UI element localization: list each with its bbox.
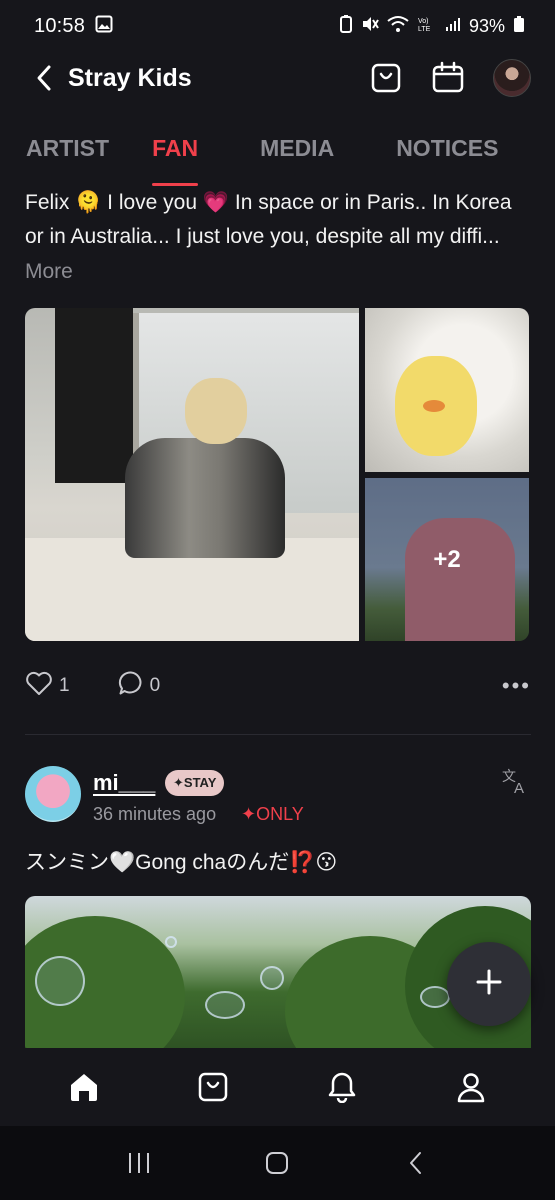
- more-images-count: +2: [433, 545, 461, 573]
- like-count: 1: [59, 675, 70, 696]
- post-divider: [25, 734, 531, 735]
- gallery-icon: [95, 15, 113, 38]
- notifications-icon[interactable]: [318, 1063, 366, 1111]
- more-link[interactable]: More: [25, 260, 73, 284]
- svg-text:Vo): Vo): [418, 18, 429, 25]
- post-image-gallery[interactable]: +2: [25, 308, 529, 641]
- calendar-icon[interactable]: [431, 61, 465, 95]
- system-nav: [0, 1126, 555, 1200]
- post-image-main[interactable]: [25, 308, 359, 641]
- avatar[interactable]: [25, 766, 81, 822]
- post-image-3[interactable]: +2: [365, 478, 529, 641]
- stay-badge: ✦STAY: [165, 770, 225, 796]
- header-actions: [369, 59, 531, 97]
- home-button-icon[interactable]: [257, 1143, 297, 1183]
- more-options-icon[interactable]: •••: [502, 673, 531, 699]
- shop-icon[interactable]: [189, 1063, 237, 1111]
- back-icon[interactable]: [30, 64, 58, 92]
- comment-count: 0: [149, 675, 161, 696]
- post-text-line-2[interactable]: or in Australia... I just love you, desp…: [25, 220, 531, 254]
- post-text[interactable]: スンミン🤍Gong chaのんだ⁉️😗: [25, 846, 337, 876]
- feed[interactable]: Felix 🫠 I love you 💗 In space or in Pari…: [0, 186, 555, 1048]
- photo-bubble: [205, 991, 245, 1019]
- tab-media[interactable]: MEDIA: [260, 124, 334, 172]
- status-time: 10:58: [34, 14, 86, 37]
- like-button[interactable]: 1: [25, 670, 70, 702]
- page-title: Stray Kids: [68, 63, 192, 92]
- app-header: Stray Kids: [0, 52, 555, 104]
- post-header: mi___ ✦STAY 36 minutes ago ✦ONLY 文A: [25, 766, 531, 826]
- translate-icon[interactable]: 文A: [501, 766, 531, 797]
- tab-bar: ARTIST FAN MEDIA NOTICES: [0, 124, 555, 186]
- tab-notices[interactable]: NOTICES: [396, 124, 498, 172]
- shop-icon[interactable]: [369, 61, 403, 95]
- home-icon[interactable]: [60, 1063, 108, 1111]
- photo-bubble: [420, 986, 450, 1008]
- battery-percent: 93%: [468, 15, 505, 36]
- status-bar: 10:58 Vo) LTE 93%: [0, 0, 555, 52]
- plus-icon: [475, 968, 503, 1001]
- mute-icon: [361, 15, 379, 38]
- photo-person-body: [125, 438, 285, 558]
- profile-avatar[interactable]: [493, 59, 531, 97]
- author-name[interactable]: mi___: [93, 770, 155, 796]
- post-actions: 1 0 •••: [25, 670, 531, 702]
- status-right: Vo) LTE 93%: [339, 14, 525, 38]
- recents-icon[interactable]: [119, 1143, 159, 1183]
- add-post-button[interactable]: [447, 942, 531, 1026]
- wifi-icon: [387, 15, 409, 38]
- tab-artist[interactable]: ARTIST: [26, 124, 109, 172]
- post-timestamp: 36 minutes ago: [93, 804, 217, 824]
- battery-saver-icon: [339, 14, 353, 38]
- photo-bubble: [260, 966, 284, 990]
- photo-plush-beak: [423, 400, 445, 412]
- status-left: 10:58: [34, 15, 113, 38]
- profile-icon[interactable]: [447, 1063, 495, 1111]
- signal-icon: [445, 16, 461, 37]
- only-badge: ✦ONLY: [241, 804, 304, 824]
- photo-person-head: [185, 378, 247, 444]
- back-icon[interactable]: [396, 1143, 436, 1183]
- tab-fan[interactable]: FAN: [152, 124, 199, 186]
- comment-icon: [118, 670, 144, 702]
- heart-icon: [25, 670, 53, 702]
- photo-curtain: [55, 308, 133, 483]
- post-text-line-1[interactable]: Felix 🫠 I love you 💗 In space or in Pari…: [25, 186, 531, 220]
- photo-bubble: [35, 956, 85, 1006]
- bottom-nav: [0, 1048, 555, 1126]
- comment-button[interactable]: 0: [118, 670, 161, 702]
- svg-text:LTE: LTE: [418, 26, 431, 33]
- volte-icon: Vo) LTE: [417, 15, 437, 38]
- photo-bubble: [165, 936, 177, 948]
- battery-icon: [513, 15, 525, 38]
- svg-text:A: A: [514, 780, 524, 796]
- post-image-2[interactable]: [365, 308, 529, 472]
